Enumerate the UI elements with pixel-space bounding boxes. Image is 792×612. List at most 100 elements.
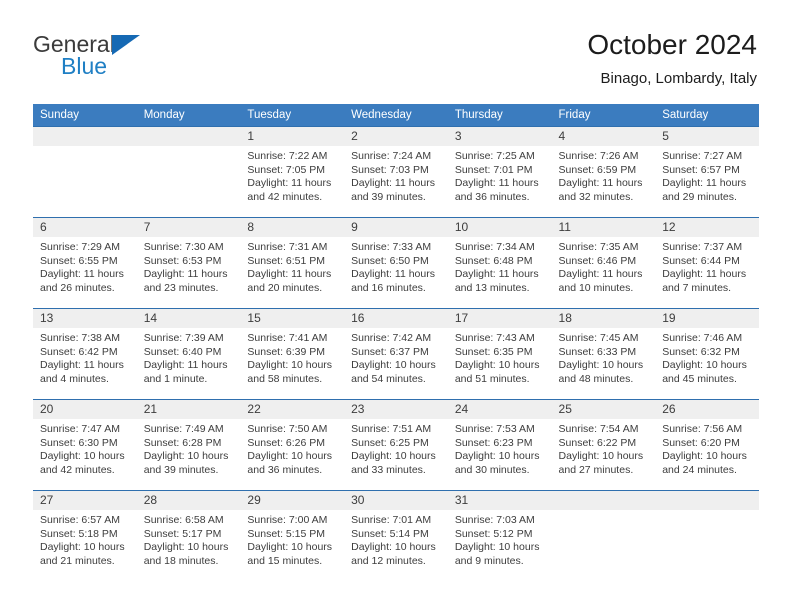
sunset-text: Sunset: 6:26 PM [247,436,326,449]
day-cell[interactable]: 18 Sunrise: 7:45 AM Sunset: 6:33 PM Dayligh… [551,308,656,400]
sunrise-text: Sunrise: 7:56 AM [662,423,743,435]
day-cell[interactable]: 16 Sunrise: 7:42 AM Sunset: 6:37 PM Dayligh… [344,308,448,400]
day-cell[interactable]: 31 Sunrise: 7:03 AM Sunset: 5:12 PM Dayligh… [447,490,552,581]
weekday-header-thursday: Thursday [447,104,552,127]
day-number: 16 [344,309,448,328]
day-cell[interactable]: 7 Sunrise: 7:30 AM Sunset: 6:53 PM Daylight… [136,217,241,309]
sunset-text: Sunset: 5:17 PM [143,527,222,540]
daylight-text: Daylight: 11 hours and 10 minutes. [558,268,643,294]
day-number: 5 [655,127,759,146]
sunrise-text: Sunrise: 7:01 AM [351,514,432,526]
day-cell[interactable]: 8 Sunrise: 7:31 AM Sunset: 6:51 PM Daylight… [240,217,345,309]
sunrise-text: Sunrise: 7:51 AM [351,423,432,435]
day-cell[interactable]: 28 Sunrise: 6:58 AM Sunset: 5:17 PM Dayligh… [136,490,241,581]
calendar-week-row: 27 Sunrise: 6:57 AM Sunset: 5:18 PM Dayligh… [33,490,759,581]
day-number: 29 [240,491,345,510]
day-cell[interactable]: 11 Sunrise: 7:35 AM Sunset: 6:46 PM Dayligh… [551,217,656,309]
day-cell[interactable]: 15 Sunrise: 7:41 AM Sunset: 6:39 PM Dayligh… [240,308,345,400]
sunset-text: Sunset: 6:46 PM [558,254,637,267]
day-number: 20 [33,400,137,419]
sunset-text: Sunset: 6:42 PM [40,345,118,358]
title-block: October 2024 Binago, Lombardy, Italy [587,28,757,88]
day-cell[interactable]: 9 Sunrise: 7:33 AM Sunset: 6:50 PM Daylight… [344,217,448,309]
day-cell[interactable]: 14 Sunrise: 7:39 AM Sunset: 6:40 PM Dayligh… [136,308,241,400]
sunrise-text: Sunrise: 7:35 AM [558,241,639,253]
daylight-text: Daylight: 10 hours and 58 minutes. [247,359,333,385]
sunset-text: Sunset: 7:01 PM [454,163,533,176]
day-number: 1 [240,127,345,146]
calendar-body: 1 Sunrise: 7:22 AM Sunset: 7:05 PM Daylight… [33,126,759,581]
daylight-text: Daylight: 11 hours and 20 minutes. [247,268,332,294]
sunset-text: Sunset: 5:15 PM [247,527,326,540]
day-number: 18 [551,309,656,328]
daylight-text: Daylight: 10 hours and 18 minutes. [143,541,229,567]
day-number: 3 [447,127,552,146]
day-cell[interactable]: 2 Sunrise: 7:24 AM Sunset: 7:03 PM Daylight… [344,126,448,218]
day-cell[interactable]: 12 Sunrise: 7:37 AM Sunset: 6:44 PM Dayligh… [655,217,759,309]
sunrise-text: Sunrise: 7:00 AM [247,514,328,526]
day-number: 14 [136,309,241,328]
sunrise-text: Sunrise: 7:30 AM [143,241,224,253]
day-cell[interactable] [655,490,759,581]
sunset-text: Sunset: 6:32 PM [662,345,740,358]
daylight-text: Daylight: 10 hours and 33 minutes. [351,450,436,476]
sunset-text: Sunset: 5:14 PM [351,527,429,540]
daylight-text: Daylight: 11 hours and 36 minutes. [454,177,539,203]
sunset-text: Sunset: 6:23 PM [454,436,533,449]
day-number: 6 [33,218,137,237]
day-cell[interactable]: 1 Sunrise: 7:22 AM Sunset: 7:05 PM Daylight… [240,126,345,218]
day-cell[interactable]: 13 Sunrise: 7:38 AM Sunset: 6:42 PM Dayligh… [33,308,137,400]
day-cell[interactable]: 30 Sunrise: 7:01 AM Sunset: 5:14 PM Dayligh… [344,490,448,581]
day-cell[interactable] [33,126,137,218]
sunrise-text: Sunrise: 7:24 AM [351,150,432,162]
day-number: 19 [655,309,759,328]
sunset-text: Sunset: 6:50 PM [351,254,429,267]
day-cell[interactable]: 5 Sunrise: 7:27 AM Sunset: 6:57 PM Daylight… [655,126,759,218]
day-cell[interactable]: 10 Sunrise: 7:34 AM Sunset: 6:48 PM Dayligh… [447,217,552,309]
weekday-header-wednesday: Wednesday [344,104,448,127]
day-number: 10 [447,218,552,237]
logo-text-blue: Blue [61,53,108,79]
day-number: 11 [551,218,656,237]
calendar-page: General Blue October 2024 Binago, Lombar… [0,0,792,612]
sunrise-text: Sunrise: 7:25 AM [454,150,535,162]
sunset-text: Sunset: 6:55 PM [40,254,118,267]
daylight-text: Daylight: 10 hours and 24 minutes. [662,450,747,476]
weekday-header-friday: Friday [551,104,656,127]
day-cell[interactable]: 23 Sunrise: 7:51 AM Sunset: 6:25 PM Dayligh… [344,399,448,491]
weekday-header-monday: Monday [136,104,241,127]
calendar-grid: Sunday Monday Tuesday Wednesday Thursday… [33,104,759,581]
sunrise-text: Sunrise: 7:53 AM [454,423,535,435]
day-cell[interactable]: 25 Sunrise: 7:54 AM Sunset: 6:22 PM Dayligh… [551,399,656,491]
sunset-text: Sunset: 6:22 PM [558,436,637,449]
day-cell[interactable]: 27 Sunrise: 6:57 AM Sunset: 5:18 PM Dayligh… [33,490,137,581]
day-cell[interactable]: 20 Sunrise: 7:47 AM Sunset: 6:30 PM Dayligh… [33,399,137,491]
sunrise-text: Sunrise: 6:58 AM [143,514,224,526]
daylight-text: Daylight: 11 hours and 7 minutes. [662,268,747,294]
sunrise-text: Sunrise: 7:49 AM [143,423,224,435]
sunrise-text: Sunrise: 7:42 AM [351,332,432,344]
day-cell[interactable]: 22 Sunrise: 7:50 AM Sunset: 6:26 PM Dayligh… [240,399,345,491]
day-cell[interactable] [136,126,241,218]
sunrise-text: Sunrise: 7:37 AM [662,241,743,253]
day-cell[interactable]: 19 Sunrise: 7:46 AM Sunset: 6:32 PM Dayligh… [655,308,759,400]
day-cell[interactable] [551,490,656,581]
sunset-text: Sunset: 6:39 PM [247,345,326,358]
sunrise-text: Sunrise: 7:03 AM [454,514,535,526]
day-cell[interactable]: 24 Sunrise: 7:53 AM Sunset: 6:23 PM Dayligh… [447,399,552,491]
day-cell[interactable]: 21 Sunrise: 7:49 AM Sunset: 6:28 PM Dayligh… [136,399,241,491]
day-number [136,127,241,146]
day-cell[interactable]: 29 Sunrise: 7:00 AM Sunset: 5:15 PM Dayligh… [240,490,345,581]
day-cell[interactable]: 4 Sunrise: 7:26 AM Sunset: 6:59 PM Daylight… [551,126,656,218]
daylight-text: Daylight: 11 hours and 23 minutes. [143,268,228,294]
sunset-text: Sunset: 6:35 PM [454,345,533,358]
daylight-text: Daylight: 10 hours and 30 minutes. [454,450,540,476]
day-cell[interactable]: 6 Sunrise: 7:29 AM Sunset: 6:55 PM Daylight… [33,217,137,309]
day-cell[interactable]: 3 Sunrise: 7:25 AM Sunset: 7:01 PM Daylight… [447,126,552,218]
day-cell[interactable]: 17 Sunrise: 7:43 AM Sunset: 6:35 PM Dayligh… [447,308,552,400]
day-cell[interactable]: 26 Sunrise: 7:56 AM Sunset: 6:20 PM Dayligh… [655,399,759,491]
daylight-text: Daylight: 10 hours and 42 minutes. [40,450,125,476]
calendar-week-row: 1 Sunrise: 7:22 AM Sunset: 7:05 PM Daylight… [33,126,759,218]
daylight-text: Daylight: 11 hours and 13 minutes. [454,268,539,294]
day-number: 15 [240,309,345,328]
